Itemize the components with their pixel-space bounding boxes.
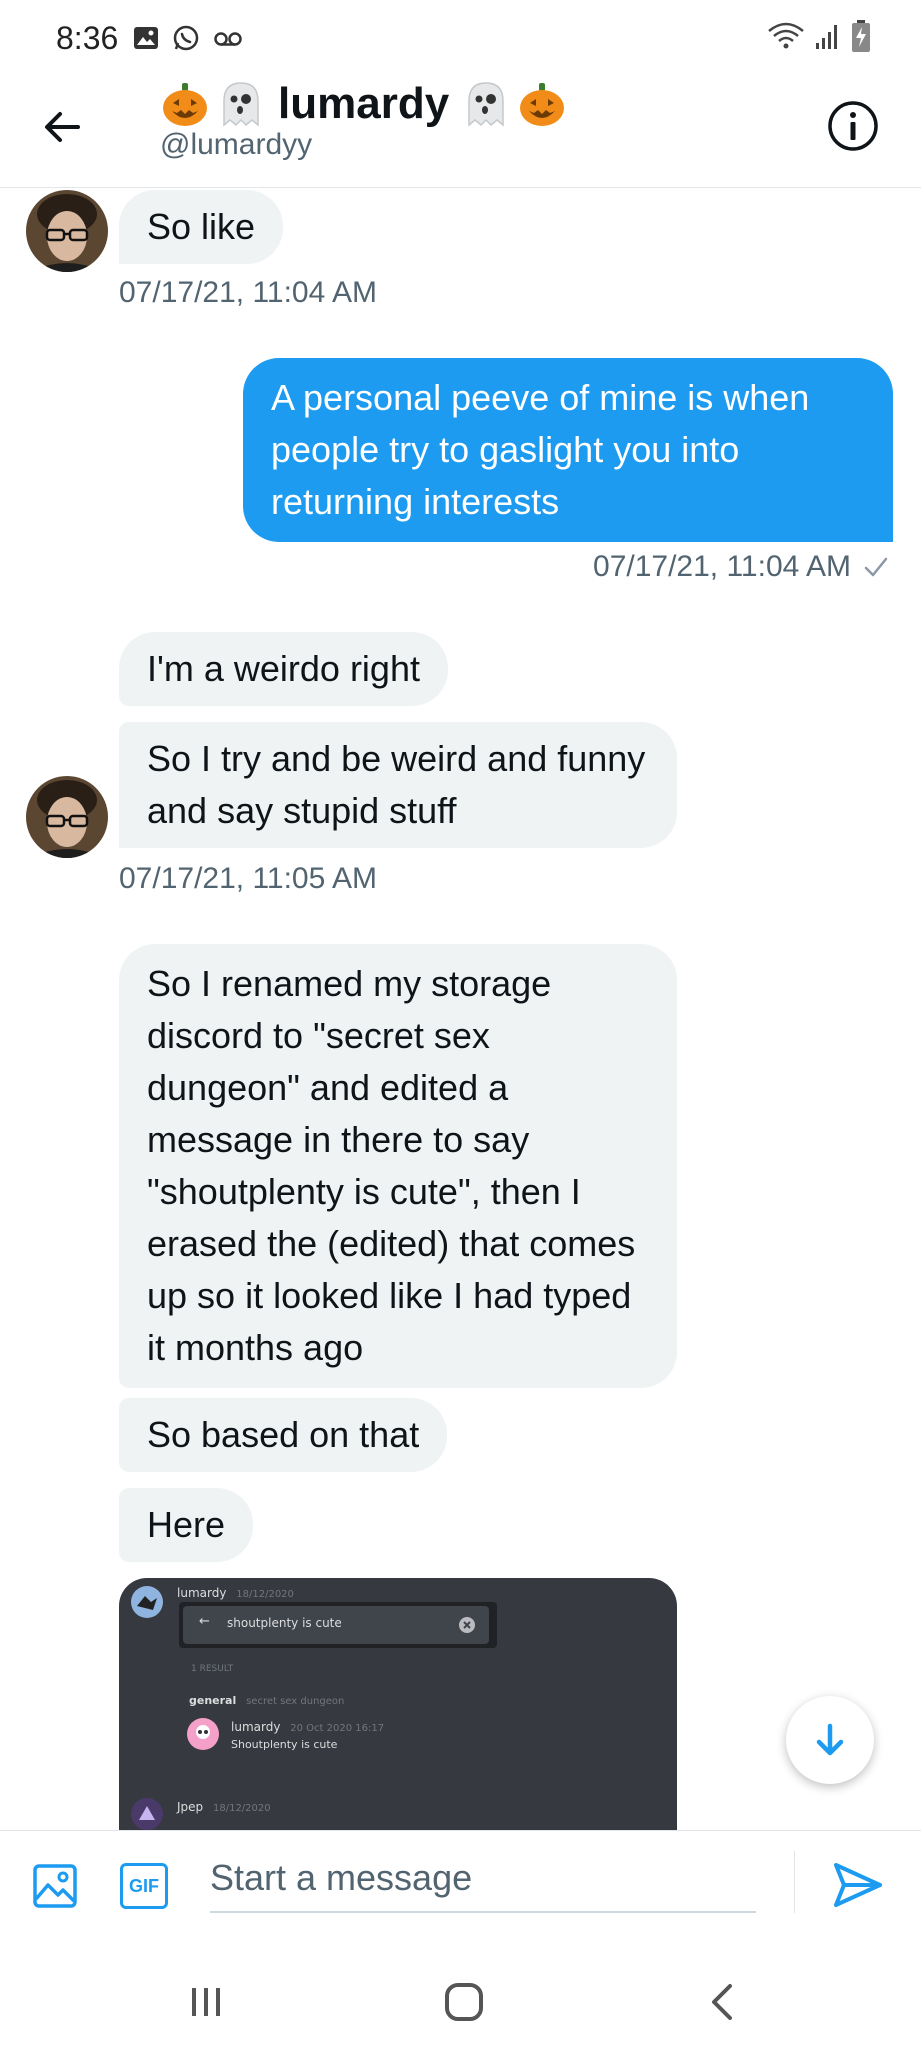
message-bubble-outgoing[interactable]: A personal peeve of mine is when people …: [243, 358, 893, 542]
info-icon[interactable]: [825, 98, 881, 154]
recent-apps-icon[interactable]: [178, 1974, 234, 2030]
home-icon[interactable]: [436, 1974, 492, 2030]
discord-username: lumardy: [177, 1586, 227, 1600]
image-media-icon[interactable]: [32, 1863, 78, 1909]
discord-date: 18/12/2020: [236, 1589, 294, 1600]
message-bubble-incoming[interactable]: I'm a weirdo right: [119, 632, 448, 706]
signal-icon: [816, 25, 837, 49]
gif-button[interactable]: GIF: [120, 1863, 168, 1909]
discord-result-date: 20 Oct 2020 16:17: [290, 1723, 385, 1734]
discord-channel: general: [189, 1694, 237, 1707]
message-input[interactable]: Start a message: [210, 1851, 756, 1913]
ghost-emoji: [223, 82, 259, 127]
discord-search-text: shoutplenty is cute: [227, 1616, 342, 1630]
sender-avatar[interactable]: [26, 776, 108, 858]
image-attachment[interactable]: lumardy 18/12/2020 ← shoutplenty is cute…: [119, 1578, 677, 1830]
discord-result-text: Shoutplenty is cute: [231, 1738, 338, 1751]
image-icon: [134, 27, 158, 49]
wifi-icon: [768, 22, 804, 49]
status-time: 8:36: [56, 20, 119, 56]
battery-charging-icon: [852, 20, 870, 52]
send-icon[interactable]: [832, 1859, 884, 1911]
discord-avatar: [131, 1586, 163, 1618]
outgoing-meta: 07/17/21, 11:04 AM: [593, 550, 889, 584]
discord-result-count: 1 RESULT: [191, 1664, 234, 1674]
message-bubble-incoming[interactable]: So I try and be weird and funny and say …: [119, 722, 677, 848]
compose-bar: GIF Start a message: [0, 1830, 921, 1956]
display-name: lumardy: [278, 79, 450, 128]
message-timestamp: 07/17/21, 11:04 AM: [593, 550, 851, 583]
message-bubble-incoming[interactable]: So like: [119, 190, 284, 264]
compose-divider: [794, 1851, 795, 1913]
discord-server: secret sex dungeon: [246, 1696, 345, 1707]
message-timestamp: 07/17/21, 11:04 AM: [119, 276, 377, 309]
arrow-down-icon: [816, 1723, 844, 1756]
discord-avatar: [131, 1798, 163, 1830]
message-bubble-incoming[interactable]: Here: [119, 1488, 254, 1562]
whatsapp-icon: [173, 25, 199, 51]
user-handle[interactable]: @lumardyy: [160, 128, 312, 162]
message-bubble-incoming[interactable]: So I renamed my storage discord to "secr…: [119, 944, 677, 1388]
discord-back-arrow-icon: ←: [199, 1614, 210, 1629]
message-bubble-incoming[interactable]: So based on that: [119, 1398, 448, 1472]
back-arrow-icon[interactable]: [38, 102, 88, 152]
back-nav-icon[interactable]: [694, 1974, 750, 2030]
jack-o-lantern-emoji: [163, 83, 207, 126]
discord-username: Jpep: [177, 1800, 204, 1814]
scroll-to-bottom-button[interactable]: [786, 1696, 874, 1784]
status-bar: 8:36: [0, 0, 921, 72]
jack-o-lantern-emoji: [520, 83, 565, 126]
message-timestamp: 07/17/21, 11:05 AM: [119, 862, 377, 895]
conversation-title[interactable]: lumardy: [160, 74, 567, 134]
discord-result-username: lumardy: [231, 1720, 281, 1734]
sender-avatar[interactable]: [26, 190, 108, 272]
discord-date: 18/12/2020: [212, 1803, 271, 1814]
ghost-emoji: [468, 82, 504, 127]
discord-result-avatar: [187, 1718, 219, 1750]
sent-check-icon: [864, 557, 888, 577]
discord-clear-icon: [459, 1617, 475, 1633]
discord-search-box: ← shoutplenty is cute: [179, 1602, 497, 1648]
conversation-header: lumardy @lumardyy: [0, 72, 921, 188]
system-navigation-bar: [0, 1956, 921, 2048]
voicemail-icon: [214, 32, 242, 46]
